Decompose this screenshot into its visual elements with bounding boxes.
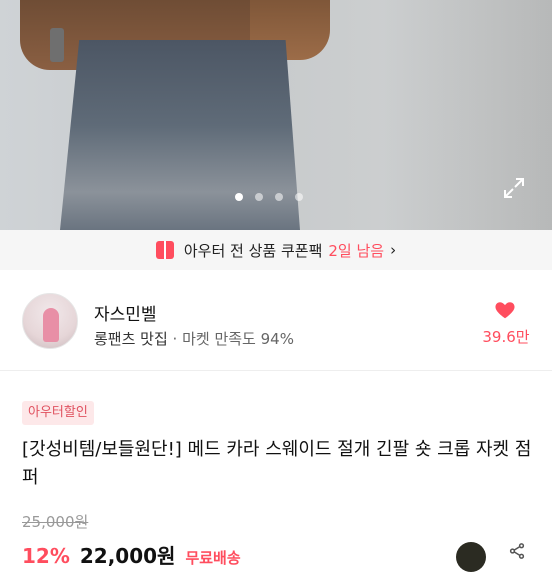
chevron-right-icon: › [390, 241, 397, 259]
carousel-dots [235, 193, 303, 201]
carousel-dot[interactable] [295, 193, 303, 201]
photo-denim-skirt [60, 40, 300, 230]
seller-subline: 롱팬츠 맛집 · 마켓 만족도 94% [94, 328, 294, 349]
seller-avatar[interactable] [22, 293, 78, 349]
carousel-dot[interactable] [275, 193, 283, 201]
seller-section[interactable]: 자스민벨 롱팬츠 맛집 · 마켓 만족도 94% 39.6만 [0, 270, 552, 370]
section-divider [0, 370, 552, 371]
promo-tag: 아우터할인 [22, 401, 94, 425]
coupon-banner[interactable]: 아우터 전 상품 쿠폰팩 2일 남음 › [0, 230, 552, 270]
mini-avatar[interactable] [456, 542, 486, 572]
gift-icon [155, 241, 174, 259]
seller-name[interactable]: 자스민벨 [94, 300, 157, 325]
carousel-dot-active[interactable] [235, 193, 243, 201]
coupon-banner-text: 아우터 전 상품 쿠폰팩 [183, 241, 323, 260]
avatar-figure [43, 308, 59, 342]
price-row: 12% 22,000원 무료배송 [22, 540, 241, 569]
seller-separator: · [167, 330, 183, 348]
seller-satisfaction: 마켓 만족도 94% [182, 330, 294, 348]
discount-rate: 12% [22, 544, 70, 568]
share-icon[interactable] [508, 542, 526, 560]
photo-shadow [382, 0, 552, 230]
product-title: [갓성비템/보들원단!] 메드 카라 스웨이드 절개 긴팔 숏 크롭 자켓 점퍼 [22, 439, 532, 488]
photo-zipper [50, 28, 64, 62]
product-image[interactable] [0, 0, 552, 230]
sale-price: 22,000원 [79, 544, 176, 568]
expand-icon[interactable] [502, 176, 526, 200]
seller-tagline: 롱팬츠 맛집 [94, 330, 168, 348]
heart-icon[interactable] [494, 299, 516, 321]
original-price: 25,000원 [22, 513, 89, 531]
carousel-dot[interactable] [255, 193, 263, 201]
like-count: 39.6만 [482, 328, 530, 346]
coupon-days-left: 2일 남음 [328, 241, 385, 260]
